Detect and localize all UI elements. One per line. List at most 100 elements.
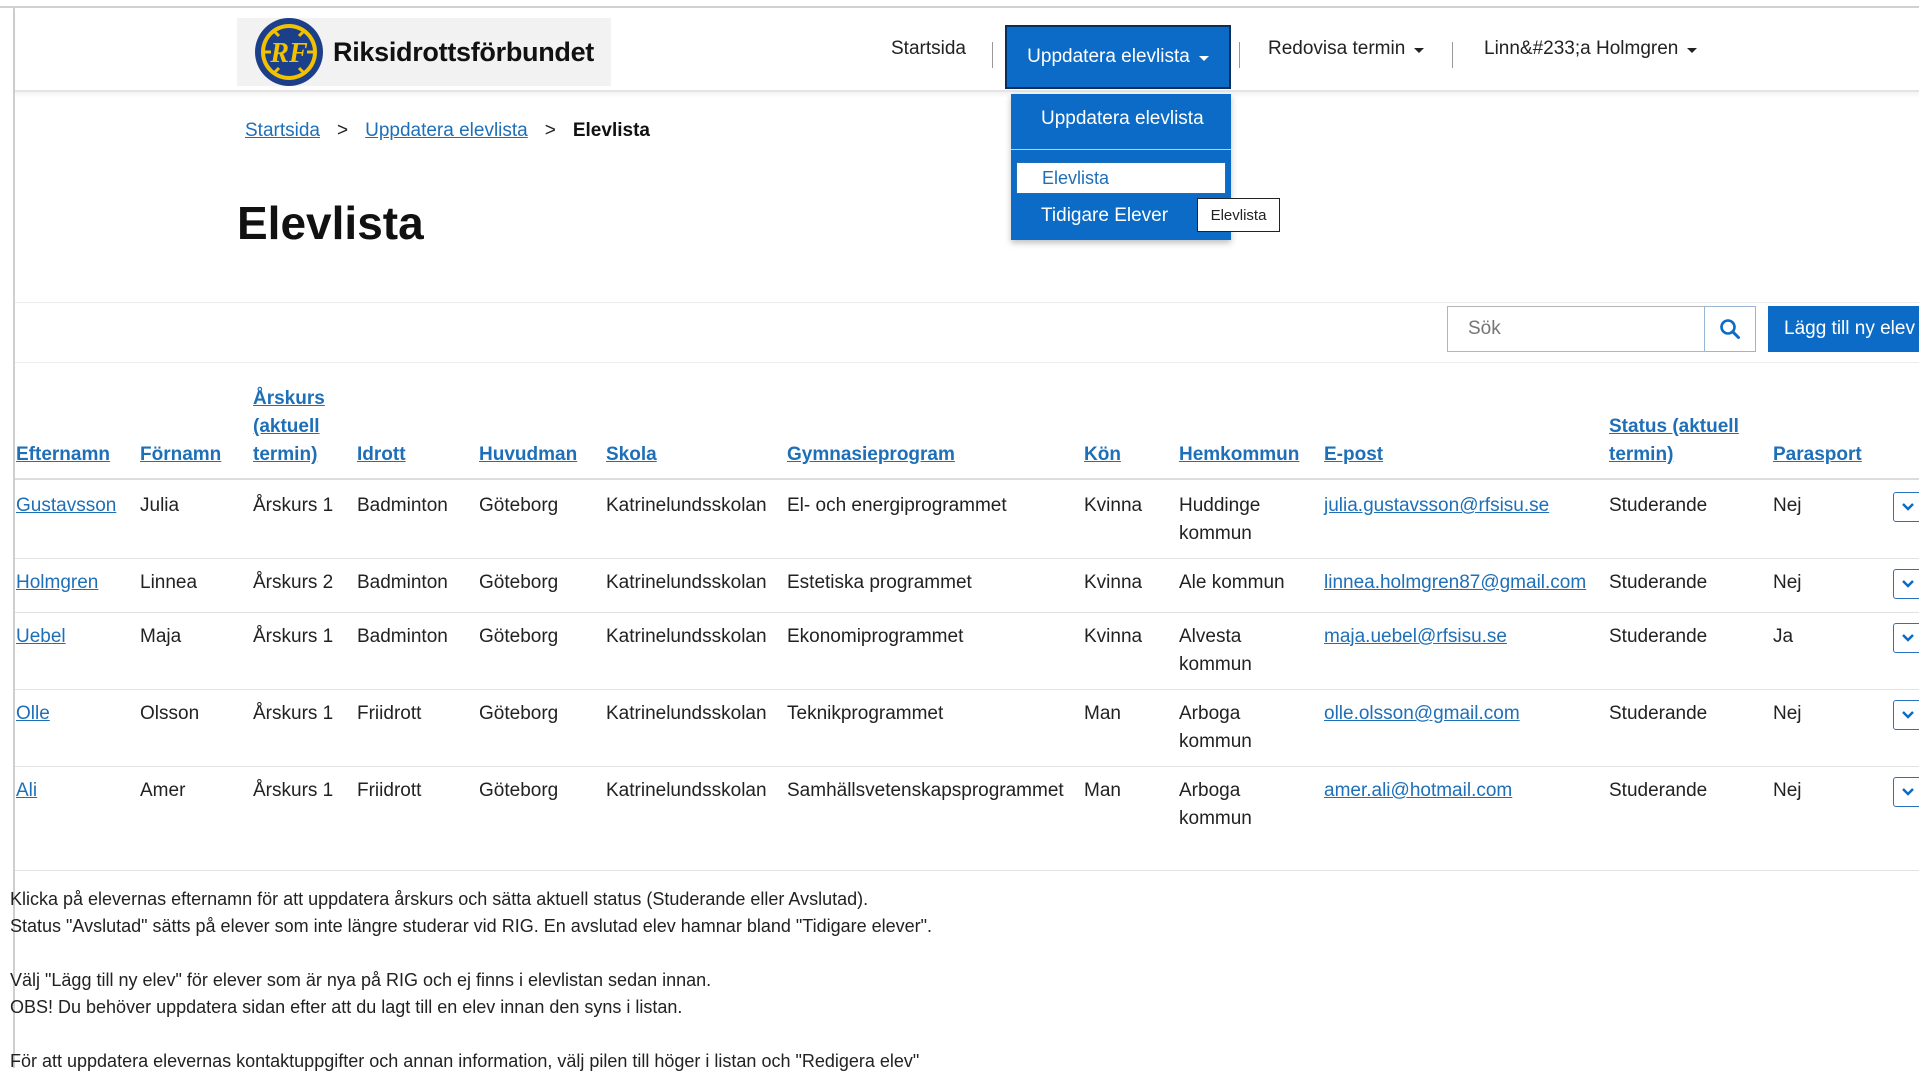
cell-epost[interactable]: linnea.holmgren87@gmail.com — [1324, 569, 1586, 597]
cell-arskurs: Årskurs 1 — [253, 780, 334, 801]
cell-efternamn[interactable]: Holmgren — [16, 569, 98, 597]
main-nav: Startsida Uppdatera elevlista Redovisa t… — [0, 8, 1919, 90]
cell-epost[interactable]: amer.ali@hotmail.com — [1324, 777, 1512, 805]
nav-separator — [1239, 42, 1240, 68]
nav-user-menu[interactable]: Linn&#233;a Holmgren — [1484, 8, 1698, 90]
cell-kon: Kvinna — [1084, 495, 1143, 516]
cell-fornamn: Amer — [140, 780, 186, 801]
breadcrumb-separator: > — [544, 120, 556, 141]
cell-skola: Katrinelundsskolan — [606, 495, 767, 516]
cell-skola: Katrinelundsskolan — [606, 780, 767, 801]
info-text: Status "Avslutad" sätts på elever som in… — [10, 916, 933, 936]
table-header-divider — [15, 478, 1919, 480]
cell-idrott: Badminton — [357, 572, 448, 593]
cell-parasport: Nej — [1773, 572, 1802, 593]
cell-epost[interactable]: maja.uebel@rfsisu.se — [1324, 623, 1507, 651]
chevron-down-icon — [1902, 711, 1914, 719]
info-text: Välj "Lägg till ny elev" för elever som … — [10, 970, 712, 990]
divider — [15, 302, 1919, 303]
page-title: Elevlista — [237, 197, 424, 249]
cell-kon: Kvinna — [1084, 572, 1143, 593]
cell-efternamn[interactable]: Gustavsson — [16, 492, 116, 520]
cell-huvudman: Göteborg — [479, 780, 559, 801]
column-header-idrott[interactable]: Idrott — [357, 441, 406, 469]
cell-huvudman: Göteborg — [479, 572, 559, 593]
column-header-epost[interactable]: E-post — [1324, 441, 1383, 469]
column-header-skola[interactable]: Skola — [606, 441, 657, 469]
nav-startsida[interactable]: Startsida — [891, 8, 966, 90]
cell-huvudman: Göteborg — [479, 703, 559, 724]
cell-fornamn: Olsson — [140, 703, 200, 724]
row-actions-toggle[interactable] — [1893, 623, 1919, 653]
tooltip: Elevlista — [1197, 198, 1280, 232]
breadcrumb-startsida[interactable]: Startsida — [245, 120, 320, 142]
breadcrumb-current: Elevlista — [572, 120, 650, 141]
cell-idrott: Friidrott — [357, 780, 422, 801]
column-header-hemkommun[interactable]: Hemkommun — [1179, 441, 1299, 469]
row-divider — [15, 766, 1919, 767]
row-actions-toggle[interactable] — [1893, 777, 1919, 807]
nav-redovisa-termin[interactable]: Redovisa termin — [1268, 8, 1425, 90]
nav-redovisa-termin-label: Redovisa termin — [1268, 38, 1406, 59]
cell-hemkommun: Arboga kommun — [1179, 780, 1252, 829]
column-header-kon[interactable]: Kön — [1084, 441, 1121, 469]
cell-epost[interactable]: olle.olsson@gmail.com — [1324, 700, 1520, 728]
cell-fornamn: Linnea — [140, 572, 198, 593]
cell-epost[interactable]: julia.gustavsson@rfsisu.se — [1324, 492, 1549, 520]
cell-efternamn[interactable]: Uebel — [16, 623, 66, 651]
column-header-efternamn[interactable]: Efternamn — [16, 441, 110, 469]
cell-status: Studerande — [1609, 780, 1708, 801]
row-actions-toggle[interactable] — [1893, 700, 1919, 730]
row-actions-toggle[interactable] — [1893, 569, 1919, 599]
cell-efternamn[interactable]: Ali — [16, 777, 37, 805]
info-text: OBS! Du behöver uppdatera sidan efter at… — [10, 997, 683, 1017]
cell-hemkommun: Alvesta kommun — [1179, 626, 1252, 675]
cell-parasport: Nej — [1773, 703, 1802, 724]
cell-program: Samhällsvetenskapsprogrammet — [787, 780, 1064, 801]
column-header-gymnasieprogram[interactable]: Gymnasieprogram — [787, 441, 955, 469]
column-header-status[interactable]: Status (aktuell termin) — [1609, 413, 1739, 469]
cell-idrott: Badminton — [357, 495, 448, 516]
chevron-down-icon — [1902, 580, 1914, 588]
row-divider — [15, 612, 1919, 613]
column-header-arskurs[interactable]: Årskurs (aktuell termin) — [253, 385, 325, 469]
nav-uppdatera-elevlista[interactable]: Uppdatera elevlista — [1005, 25, 1231, 89]
column-header-huvudman[interactable]: Huvudman — [479, 441, 577, 469]
cell-program: El- och energiprogrammet — [787, 495, 1007, 516]
cell-idrott: Badminton — [357, 626, 448, 647]
cell-status: Studerande — [1609, 703, 1708, 724]
row-divider — [15, 689, 1919, 690]
cell-status: Studerande — [1609, 626, 1708, 647]
cell-kon: Kvinna — [1084, 626, 1143, 647]
dropdown-item-elevlista[interactable]: Elevlista — [1016, 162, 1226, 194]
cell-huvudman: Göteborg — [479, 495, 559, 516]
search-button[interactable] — [1704, 306, 1756, 352]
caret-down-icon — [1687, 47, 1698, 53]
cell-arskurs: Årskurs 2 — [253, 572, 334, 593]
info-text: Klicka på elevernas efternamn för att up… — [10, 889, 869, 909]
cell-program: Estetiska programmet — [787, 572, 972, 593]
cell-parasport: Nej — [1773, 780, 1802, 801]
row-divider — [15, 870, 1919, 871]
breadcrumb-uppdatera-elevlista[interactable]: Uppdatera elevlista — [365, 120, 528, 142]
caret-down-icon — [1198, 55, 1209, 61]
cell-hemkommun: Arboga kommun — [1179, 703, 1252, 752]
column-header-fornamn[interactable]: Förnamn — [140, 441, 221, 469]
row-actions-toggle[interactable] — [1893, 492, 1919, 522]
cell-efternamn[interactable]: Olle — [16, 700, 50, 728]
search-input[interactable] — [1447, 306, 1705, 352]
cell-program: Teknikprogrammet — [787, 703, 944, 724]
dropdown-header-item[interactable]: Uppdatera elevlista — [1011, 108, 1231, 130]
cell-parasport: Nej — [1773, 495, 1802, 516]
column-header-parasport[interactable]: Parasport — [1773, 441, 1862, 469]
divider — [15, 362, 1919, 363]
cell-arskurs: Årskurs 1 — [253, 703, 334, 724]
breadcrumb-separator: > — [336, 120, 349, 141]
cell-arskurs: Årskurs 1 — [253, 495, 334, 516]
nav-separator — [1452, 42, 1453, 68]
cell-skola: Katrinelundsskolan — [606, 572, 767, 593]
cell-parasport: Ja — [1773, 626, 1794, 647]
cell-hemkommun: Huddinge kommun — [1179, 495, 1261, 544]
add-student-button[interactable]: Lägg till ny elev — [1768, 306, 1919, 352]
nav-user-name: Linn&#233;a Holmgren — [1484, 38, 1679, 59]
